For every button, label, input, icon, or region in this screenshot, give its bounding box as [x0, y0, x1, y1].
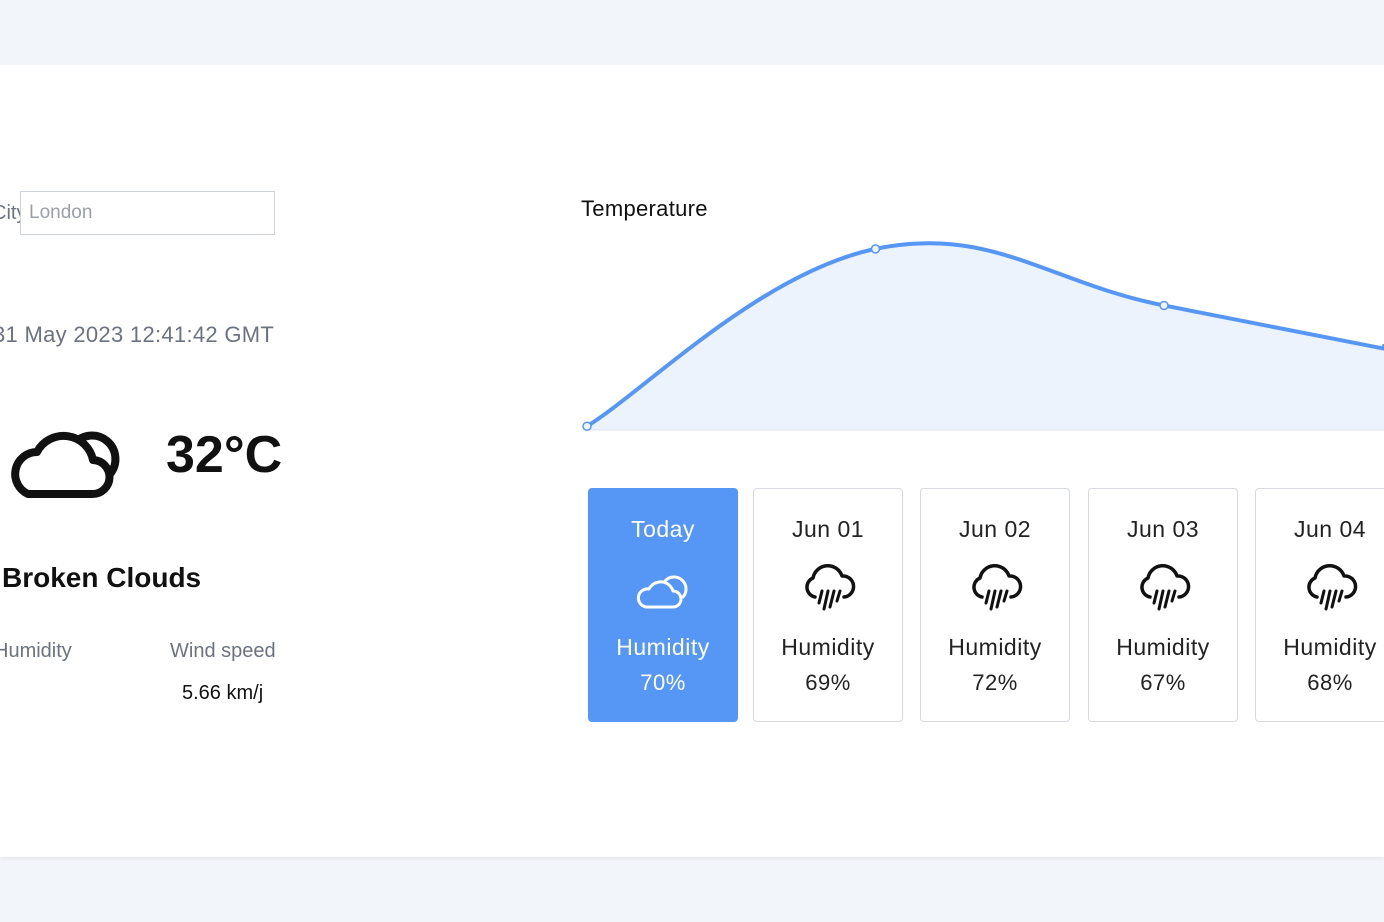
cloud-icon	[11, 431, 120, 498]
forecast-humidity-label: Humidity	[1116, 634, 1210, 660]
forecast-day-name: Jun 04	[1293, 516, 1367, 542]
forecast-day-name: Today	[631, 516, 695, 542]
forecast-humidity-label: Humidity	[781, 634, 875, 660]
wind-speed-label: Wind speed	[170, 640, 276, 662]
forecast-humidity-label: Humidity	[1283, 634, 1377, 660]
rain-icon	[1302, 563, 1358, 613]
humidity-label: Humidity	[0, 640, 72, 662]
forecast-humidity-value: 67%	[1140, 670, 1186, 695]
forecast-humidity-label: Humidity	[616, 634, 710, 660]
chart-point-2[interactable]	[870, 244, 881, 254]
forecast-humidity-value: 68%	[1307, 670, 1353, 695]
forecast-humidity-label: Humidity	[948, 634, 1042, 660]
forecast-day-card[interactable]: Jun 03 Humidity 67%	[1088, 488, 1238, 722]
city-search-input[interactable]	[20, 191, 275, 235]
current-temperature: 32°C	[166, 426, 283, 484]
chart-title: Temperature	[581, 196, 708, 221]
chart-point-3[interactable]	[1159, 300, 1169, 311]
cloud-icon	[635, 563, 691, 613]
forecast-day-card[interactable]: Jun 02 Humidity 72%	[920, 488, 1070, 722]
forecast-humidity-value: 70%	[640, 670, 686, 695]
temperature-chart	[582, 241, 1384, 431]
forecast-day-name: Jun 01	[791, 516, 865, 542]
rain-icon	[1135, 563, 1191, 613]
forecast-day-name: Jun 02	[958, 516, 1032, 542]
rain-icon	[967, 563, 1023, 613]
forecast-humidity-value: 72%	[972, 670, 1018, 695]
forecast-day-card[interactable]: Jun 04 Humidity 68%	[1255, 488, 1384, 722]
chart-point-1[interactable]	[582, 421, 592, 431]
current-condition: Broken Clouds	[2, 562, 202, 593]
rain-icon	[800, 563, 856, 613]
forecast-day-card[interactable]: Jun 01 Humidity 69%	[753, 488, 903, 722]
current-datetime: 31 May 2023 12:41:42 GMT	[0, 322, 275, 347]
forecast-humidity-value: 69%	[805, 670, 851, 695]
forecast-day-name: Jun 03	[1126, 516, 1200, 542]
forecast-day-card[interactable]: Today Humidity 70%	[588, 488, 738, 722]
wind-speed-value: 5.66 km/j	[182, 682, 264, 704]
